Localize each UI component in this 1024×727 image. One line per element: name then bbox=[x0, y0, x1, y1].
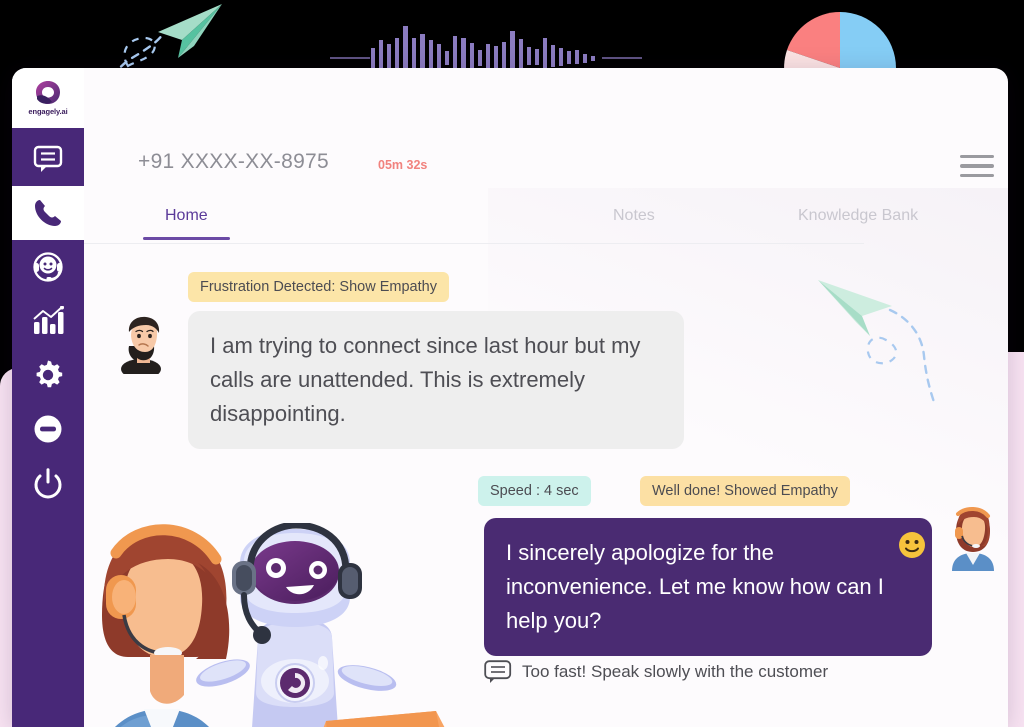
customer-message-bubble: I am trying to connect since last hour b… bbox=[188, 311, 684, 449]
sidebar-item-analytics[interactable] bbox=[12, 294, 84, 348]
paper-plane-icon bbox=[818, 280, 936, 404]
minus-circle-icon bbox=[34, 415, 62, 443]
tab-notes[interactable]: Notes bbox=[613, 194, 655, 244]
hamburger-menu-icon[interactable] bbox=[960, 152, 994, 180]
sidebar-item-agents[interactable] bbox=[12, 240, 84, 294]
speech-bubble-icon bbox=[484, 660, 512, 683]
brand-name: engagely.ai bbox=[28, 107, 68, 116]
smiley-face-icon bbox=[899, 532, 925, 558]
gear-icon bbox=[36, 360, 63, 388]
sidebar-item-calls[interactable] bbox=[12, 186, 84, 240]
speed-badge: Speed : 4 sec bbox=[478, 476, 591, 506]
bar-chart-icon bbox=[33, 306, 64, 334]
coach-hint-text: Too fast! Speak slowly with the customer bbox=[522, 662, 829, 681]
customer-avatar-icon bbox=[121, 316, 161, 374]
chat-bubble-icon bbox=[33, 145, 63, 172]
tab-divider bbox=[84, 243, 864, 244]
headset-agent-icon bbox=[33, 252, 63, 282]
sidebar-item-dnd[interactable] bbox=[12, 402, 84, 456]
brand-logo[interactable]: engagely.ai bbox=[12, 68, 84, 128]
tab-bar: Home Notes Knowledge Bank bbox=[84, 194, 1008, 244]
agent-and-robot-illustration-icon bbox=[102, 523, 445, 727]
coach-hint: Too fast! Speak slowly with the customer bbox=[484, 660, 828, 684]
phone-icon bbox=[35, 200, 61, 226]
sidebar-item-settings[interactable] bbox=[12, 348, 84, 402]
power-icon bbox=[34, 467, 62, 498]
agent-avatar-icon bbox=[952, 507, 994, 571]
sidebar-item-chats[interactable] bbox=[12, 132, 84, 186]
agent-message-bubble: I sincerely apologize for the inconvenie… bbox=[484, 518, 932, 656]
engagely-e-logo-icon bbox=[36, 81, 60, 104]
empathy-badge: Well done! Showed Empathy bbox=[640, 476, 850, 506]
screen: engagely.ai +91 XXXX-XX-8975 05m 32s Hom… bbox=[0, 0, 1024, 727]
frustration-badge: Frustration Detected: Show Empathy bbox=[188, 272, 449, 302]
sidebar bbox=[12, 128, 84, 727]
tab-knowledge-bank[interactable]: Knowledge Bank bbox=[798, 194, 918, 244]
sidebar-item-logout[interactable] bbox=[12, 456, 84, 510]
tab-home[interactable]: Home bbox=[143, 194, 230, 244]
call-timer: 05m 32s bbox=[378, 158, 428, 172]
caller-phone-number: +91 XXXX-XX-8975 bbox=[138, 150, 330, 173]
